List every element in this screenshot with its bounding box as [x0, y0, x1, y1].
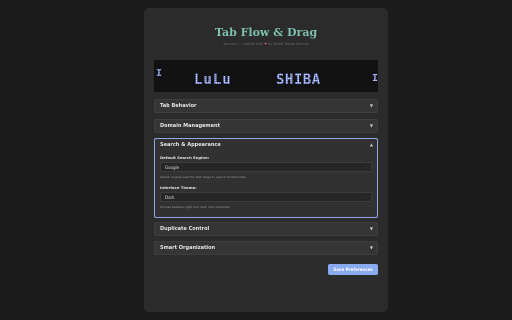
lulu-shiba-banner: I LuLu SHIBA I — [154, 60, 378, 92]
section-label: Search & Appearance — [160, 142, 221, 148]
chevron-up-icon: ▲ — [369, 142, 373, 147]
save-preferences-button[interactable]: Save Preferences — [328, 264, 378, 275]
settings-card: Tab Flow & Drag Version 1 · Crafted with… — [144, 8, 388, 312]
section-smart-organization[interactable]: Smart Organization ▼ — [154, 241, 378, 255]
search-engine-value: Google — [165, 165, 180, 170]
section-label: Tab Behavior — [160, 103, 197, 109]
page-title: Tab Flow & Drag — [214, 26, 318, 39]
banner-right-glyph: I — [372, 73, 378, 84]
search-engine-hint: Search engine used for text drags to sea… — [160, 175, 247, 179]
theme-select[interactable]: Dark ⌄ — [160, 192, 372, 202]
banner-left-glyph: I — [156, 68, 162, 79]
chevron-down-icon: ▼ — [369, 226, 373, 231]
subtitle-prefix: Version 1 · Crafted with — [223, 42, 264, 46]
banner-word-lulu: LuLu — [194, 72, 232, 88]
search-engine-select[interactable]: Google ⌄ — [160, 162, 372, 172]
chevron-down-icon: ▼ — [369, 123, 373, 128]
banner-word-shiba: SHIBA — [276, 72, 321, 88]
section-label: Duplicate Control — [160, 226, 210, 232]
theme-label: Interface Theme: — [160, 185, 197, 190]
chevron-down-icon: ⌄ — [364, 165, 367, 169]
theme-hint: Choose between light and dark color sche… — [160, 205, 231, 209]
section-search-appearance[interactable]: Search & Appearance ▲ Default Search Eng… — [154, 138, 378, 218]
search-engine-label: Default Search Engine: — [160, 155, 210, 160]
section-duplicate-control[interactable]: Duplicate Control ▼ — [154, 222, 378, 236]
theme-value: Dark — [165, 195, 175, 200]
chevron-down-icon: ▼ — [369, 103, 373, 108]
section-label: Smart Organization — [160, 245, 216, 251]
section-tab-behavior[interactable]: Tab Behavior ▼ — [154, 99, 378, 113]
chevron-down-icon: ▼ — [369, 245, 373, 250]
page-subtitle: Version 1 · Crafted with ❤ by Strobl Tob… — [144, 42, 388, 46]
subtitle-suffix: by Strobl Tobias Samuel — [268, 42, 309, 46]
section-domain-management[interactable]: Domain Management ▼ — [154, 119, 378, 133]
chevron-down-icon: ⌄ — [364, 195, 367, 199]
section-label: Domain Management — [160, 123, 220, 129]
heart-icon: ❤ — [264, 42, 267, 46]
